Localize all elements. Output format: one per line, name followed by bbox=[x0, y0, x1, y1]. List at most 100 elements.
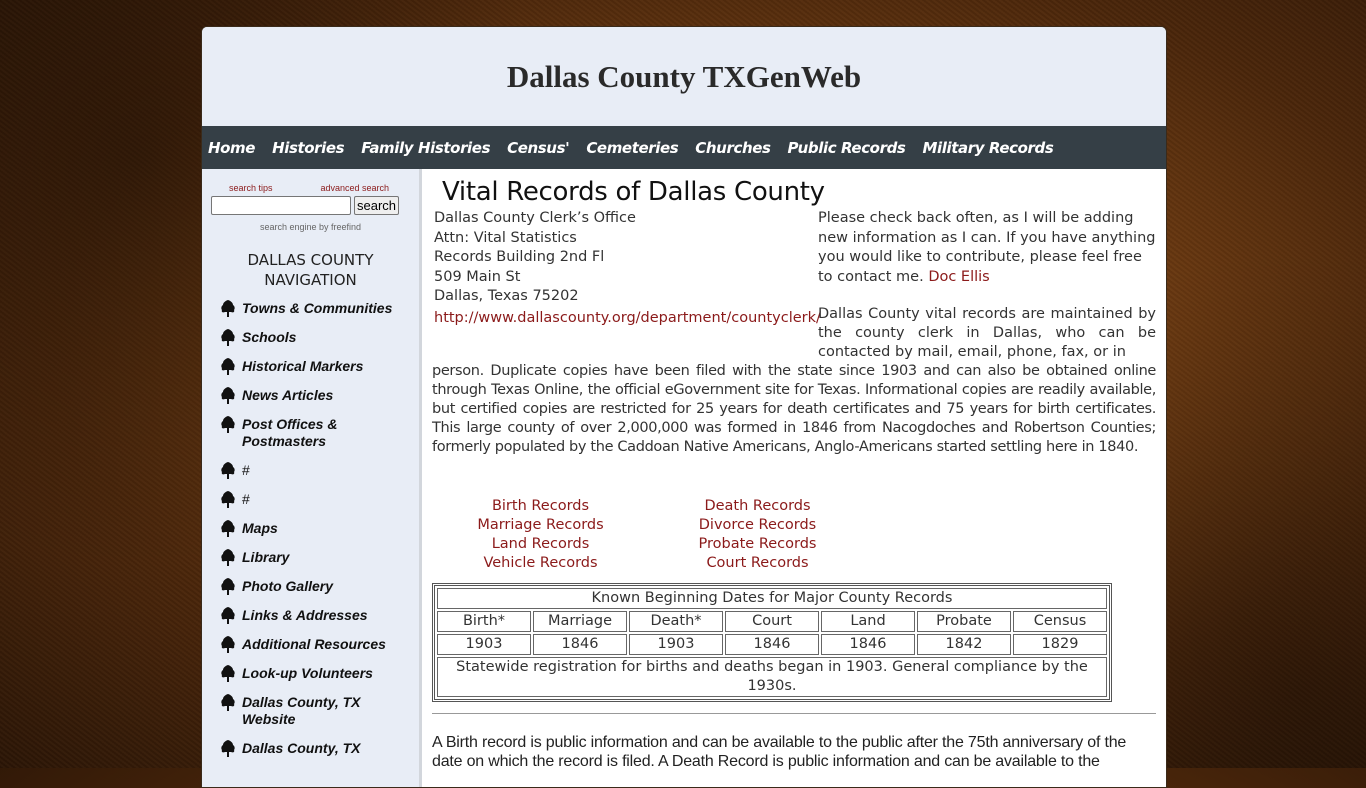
sidebar-link[interactable]: Library bbox=[242, 549, 289, 566]
sidebar-heading-line2: NAVIGATION bbox=[264, 271, 357, 289]
sidebar-heading: DALLAS COUNTY NAVIGATION bbox=[202, 250, 419, 290]
sidebar: search tips advanced search search searc… bbox=[202, 169, 422, 787]
tree-icon bbox=[221, 607, 235, 624]
tree-icon bbox=[221, 387, 235, 404]
table-footnote: Statewide registration for births and de… bbox=[437, 657, 1107, 697]
nav-public-records[interactable]: Public Records bbox=[788, 139, 906, 157]
table-header: Land bbox=[821, 611, 915, 632]
sidebar-item-towns: Towns & Communities bbox=[220, 300, 419, 317]
top-navigation: Home Histories Family Histories Census' … bbox=[202, 126, 1166, 169]
search-form: search bbox=[202, 193, 419, 215]
sidebar-item-lookup-volunteers: Look-up Volunteers bbox=[220, 665, 419, 682]
tree-icon bbox=[221, 636, 235, 653]
sidebar-nav-list: Towns & Communities Schools Historical M… bbox=[202, 300, 419, 757]
tree-icon bbox=[221, 520, 235, 537]
nav-histories[interactable]: Histories bbox=[272, 139, 345, 157]
tree-icon bbox=[221, 329, 235, 346]
description-bottom: person. Duplicate copies have been filed… bbox=[432, 363, 1156, 455]
address-line: Records Building 2nd Fl bbox=[434, 249, 605, 265]
birth-records-link[interactable]: Birth Records bbox=[432, 497, 649, 516]
sidebar-link[interactable]: Links & Addresses bbox=[242, 607, 368, 624]
address-line: 509 Main St bbox=[434, 268, 521, 285]
page-container: Dallas County TXGenWeb Home Histories Fa… bbox=[201, 26, 1167, 788]
table-cell: 1903 bbox=[437, 634, 531, 655]
sidebar-item-county-2: Dallas County, TX bbox=[220, 740, 419, 757]
marriage-records-link[interactable]: Marriage Records bbox=[432, 516, 649, 535]
tree-icon bbox=[221, 694, 235, 711]
table-header: Census bbox=[1013, 611, 1107, 632]
birth-record-note: A Birth record is public information and… bbox=[432, 734, 1127, 770]
nav-military-records[interactable]: Military Records bbox=[922, 139, 1053, 157]
land-records-link[interactable]: Land Records bbox=[432, 535, 649, 554]
sidebar-link[interactable]: Schools bbox=[242, 329, 296, 346]
sidebar-item-post-offices: Post Offices & Postmasters bbox=[220, 416, 419, 450]
sidebar-item-additional-resources: Additional Resources bbox=[220, 636, 419, 653]
search-button[interactable]: search bbox=[354, 196, 400, 215]
body-wrap: search tips advanced search search searc… bbox=[202, 169, 1166, 787]
sidebar-item-schools: Schools bbox=[220, 329, 419, 346]
tree-icon bbox=[221, 462, 235, 479]
nav-home[interactable]: Home bbox=[208, 139, 255, 157]
table-header: Death* bbox=[629, 611, 723, 632]
tree-icon bbox=[221, 491, 235, 508]
dates-table: Known Beginning Dates for Major County R… bbox=[432, 583, 1112, 702]
tree-icon bbox=[221, 665, 235, 682]
sidebar-link[interactable]: News Articles bbox=[242, 387, 333, 404]
sidebar-link[interactable]: Dallas County, TX bbox=[242, 740, 361, 757]
table-header: Court bbox=[725, 611, 819, 632]
site-header: Dallas County TXGenWeb bbox=[202, 27, 1166, 126]
tree-icon bbox=[221, 740, 235, 757]
sidebar-item-links-addresses: Links & Addresses bbox=[220, 607, 419, 624]
nav-cemeteries[interactable]: Cemeteries bbox=[586, 139, 678, 157]
court-records-link[interactable]: Court Records bbox=[649, 554, 866, 573]
tree-icon bbox=[221, 578, 235, 595]
sidebar-item-county-website: Dallas County, TX Website bbox=[220, 694, 419, 728]
search-tips-link[interactable]: search tips bbox=[229, 183, 273, 193]
site-title: Dallas County TXGenWeb bbox=[506, 59, 862, 94]
doc-ellis-link[interactable]: Doc Ellis bbox=[928, 269, 989, 285]
sidebar-item-hash-1: # bbox=[220, 462, 419, 479]
sidebar-item-photo-gallery: Photo Gallery bbox=[220, 578, 419, 595]
table-row: 1903 1846 1903 1846 1846 1842 1829 bbox=[437, 634, 1107, 655]
nav-census[interactable]: Census' bbox=[507, 139, 570, 157]
table-footnote-row: Statewide registration for births and de… bbox=[437, 657, 1107, 697]
sidebar-item-historical-markers: Historical Markers bbox=[220, 358, 419, 375]
contact-note: Please check back often, as I will be ad… bbox=[818, 209, 1158, 287]
sidebar-link[interactable]: Photo Gallery bbox=[242, 578, 333, 595]
table-caption-row: Known Beginning Dates for Major County R… bbox=[437, 588, 1107, 609]
county-clerk-link[interactable]: http://www.dallascounty.org/department/c… bbox=[434, 309, 821, 329]
sidebar-link[interactable]: Maps bbox=[242, 520, 278, 537]
record-links-right: Death Records Divorce Records Probate Re… bbox=[649, 497, 866, 573]
vehicle-records-link[interactable]: Vehicle Records bbox=[432, 554, 649, 573]
nav-churches[interactable]: Churches bbox=[695, 139, 771, 157]
table-cell: 1842 bbox=[917, 634, 1011, 655]
sidebar-link[interactable]: Dallas County, TX Website bbox=[242, 694, 367, 728]
address-line: Attn: Vital Statistics bbox=[434, 229, 577, 246]
probate-records-link[interactable]: Probate Records bbox=[649, 535, 866, 554]
death-records-link[interactable]: Death Records bbox=[649, 497, 866, 516]
sidebar-link[interactable]: # bbox=[242, 491, 250, 508]
sidebar-link[interactable]: Historical Markers bbox=[242, 358, 363, 375]
search-engine-note: search engine by freefind bbox=[259, 222, 362, 232]
sidebar-heading-line1: DALLAS COUNTY bbox=[247, 251, 374, 269]
sidebar-link[interactable]: Post Offices & Postmasters bbox=[242, 416, 362, 450]
table-cell: 1846 bbox=[725, 634, 819, 655]
record-links: Birth Records Marriage Records Land Reco… bbox=[432, 497, 866, 573]
advanced-search-link[interactable]: advanced search bbox=[320, 183, 389, 193]
search-input[interactable] bbox=[211, 196, 351, 215]
sidebar-link[interactable]: # bbox=[242, 462, 250, 479]
table-header: Birth* bbox=[437, 611, 531, 632]
description-top: Dallas County vital records are maintain… bbox=[818, 306, 1156, 360]
search-links: search tips advanced search bbox=[202, 169, 419, 193]
sidebar-link[interactable]: Look-up Volunteers bbox=[242, 665, 373, 682]
sidebar-link[interactable]: Towns & Communities bbox=[242, 300, 392, 317]
table-header: Probate bbox=[917, 611, 1011, 632]
clerk-address: Dallas County Clerk’s Office Attn: Vital… bbox=[434, 209, 821, 328]
divorce-records-link[interactable]: Divorce Records bbox=[649, 516, 866, 535]
address-line: Dallas, Texas 75202 bbox=[434, 288, 579, 304]
nav-family-histories[interactable]: Family Histories bbox=[361, 139, 490, 157]
sidebar-link[interactable]: Additional Resources bbox=[242, 636, 386, 653]
table-cell: 1846 bbox=[821, 634, 915, 655]
table-header-row: Birth* Marriage Death* Court Land Probat… bbox=[437, 611, 1107, 632]
sidebar-item-library: Library bbox=[220, 549, 419, 566]
